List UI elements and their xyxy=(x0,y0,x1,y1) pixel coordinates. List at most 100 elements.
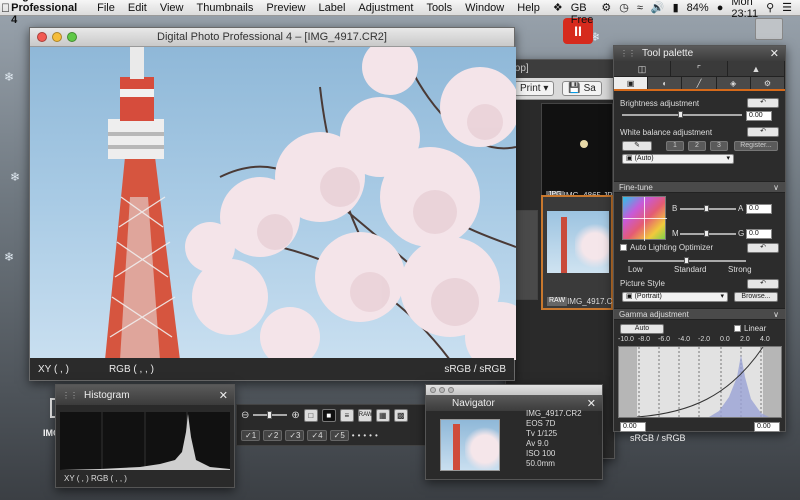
list-view-icon[interactable]: ≡ xyxy=(339,408,354,422)
menu-file[interactable]: File xyxy=(97,2,115,14)
tab-crop-icon[interactable]: ⌜ xyxy=(671,61,728,76)
battery-icon[interactable]: ▮ xyxy=(673,1,679,14)
alo-checkbox[interactable] xyxy=(620,244,627,251)
subtab-curve-icon[interactable]: ╱ xyxy=(682,77,717,89)
rating-3-button[interactable]: ✓3 xyxy=(285,429,305,441)
tab-basic-adjust-icon[interactable]: ◫ xyxy=(614,61,671,76)
ba-value-field[interactable]: 0.0 xyxy=(746,204,772,214)
histogram-curve xyxy=(60,412,230,470)
zoom-in-icon[interactable]: ⊕ xyxy=(291,410,299,421)
brightness-reset-button[interactable]: ↶ xyxy=(747,98,779,108)
menu-thumbnails[interactable]: Thumbnails xyxy=(197,2,254,14)
menu-label[interactable]: Label xyxy=(318,2,345,14)
menu-tools[interactable]: Tools xyxy=(426,2,452,14)
gamma-curve-plot[interactable] xyxy=(618,346,782,418)
gamma-auto-button[interactable]: Auto xyxy=(620,324,664,334)
alo-reset-button[interactable]: ↶ xyxy=(747,243,779,253)
single-view-icon[interactable]: □ xyxy=(303,408,318,422)
close-window-icon[interactable] xyxy=(430,387,436,393)
zoom-out-icon[interactable]: ⊖ xyxy=(241,410,249,421)
volume-icon[interactable]: 🔊 xyxy=(651,1,665,14)
grid-compare-icon[interactable]: ▩ xyxy=(393,408,408,422)
brightness-value-field[interactable]: 0.00 xyxy=(746,111,772,121)
picture-style-select[interactable]: ▣ (Portrait) ▾ xyxy=(622,292,728,302)
drag-handle-icon[interactable]: ⋮⋮ xyxy=(62,391,78,400)
minimize-window-icon[interactable] xyxy=(439,387,445,393)
menu-window[interactable]: Window xyxy=(465,2,504,14)
zoom-window-icon[interactable] xyxy=(448,387,454,393)
brightness-slider-knob[interactable] xyxy=(678,111,683,118)
search-icon[interactable]: ⚲ xyxy=(766,1,774,14)
thumbnail-size-slider[interactable] xyxy=(253,411,288,419)
histogram-titlebar[interactable]: ⋮⋮ Histogram ✕ xyxy=(56,385,234,405)
navigator-thumbnail[interactable] xyxy=(440,419,500,471)
clock[interactable]: Mon 23:11 xyxy=(731,0,758,20)
print-button[interactable]: Print ▾ xyxy=(514,81,555,96)
alo-slider-knob[interactable] xyxy=(684,257,689,264)
close-icon[interactable]: ✕ xyxy=(219,389,228,402)
color-grid-picker[interactable] xyxy=(622,196,667,241)
edit-window-titlebar[interactable]: Digital Photo Professional 4 – [IMG_4917… xyxy=(30,28,514,47)
menu-view[interactable]: View xyxy=(160,2,184,14)
menu-adjustment[interactable]: Adjustment xyxy=(358,2,413,14)
save-label: Sa xyxy=(583,83,596,94)
subtab-settings-icon[interactable]: ⚙ xyxy=(751,77,786,89)
subtab-tone-icon[interactable]: ◐ xyxy=(648,77,683,89)
gear-icon[interactable]: ⚙ xyxy=(601,1,611,14)
gamma-section-header[interactable]: Gamma adjustment ∨ xyxy=(614,308,785,320)
wb-register-button[interactable]: Register... xyxy=(734,141,778,151)
picture-style-reset-button[interactable]: ↶ xyxy=(747,279,779,289)
timer-icon[interactable]: ◷ xyxy=(619,1,629,14)
eyedropper-button[interactable]: ✎ xyxy=(622,141,652,151)
zoom-window-icon[interactable] xyxy=(67,32,77,42)
gamma-high-field[interactable]: 0.00 xyxy=(754,422,780,432)
wb-slot-3-button[interactable]: 3 xyxy=(710,141,728,151)
rating-4-button[interactable]: ✓4 xyxy=(307,429,327,441)
star-rating-dots[interactable]: ••••• xyxy=(352,431,381,440)
palette-sub-tabs: ▣ ◐ ╱ ◈ ⚙ xyxy=(614,77,786,91)
white-balance-select[interactable]: ▣ (Auto) ▾ xyxy=(622,154,734,164)
gamma-low-field[interactable]: 0.00 xyxy=(620,422,646,432)
disk-free-status[interactable]: 1.73 GB Free xyxy=(571,0,594,26)
tool-palette-titlebar[interactable]: ⋮⋮ Tool palette ✕ xyxy=(614,46,785,61)
thumbnail-item[interactable]: JPG IMG_4865.JPG xyxy=(541,103,619,203)
raw-view-icon[interactable]: RAW xyxy=(357,408,373,422)
close-window-icon[interactable] xyxy=(37,32,47,42)
rating-row: ✓1 ✓2 ✓3 ✓4 ✓5 ••••• xyxy=(237,425,425,445)
white-balance-reset-button[interactable]: ↶ xyxy=(747,127,779,137)
rating-1-button[interactable]: ✓1 xyxy=(241,429,261,441)
app-name-menu[interactable]: Digital Photo Professional 4 xyxy=(11,0,85,26)
mg-slider-knob[interactable] xyxy=(704,230,709,237)
image-preview[interactable] xyxy=(30,47,516,360)
subtab-color-icon[interactable]: ◈ xyxy=(717,77,751,89)
fine-tune-section-header[interactable]: Fine-tune ∨ xyxy=(614,181,785,193)
grid-large-icon[interactable]: ▦ xyxy=(375,408,390,422)
mg-value-field[interactable]: 0.0 xyxy=(746,229,772,239)
rating-5-button[interactable]: ✓5 xyxy=(329,429,349,441)
menu-edit[interactable]: Edit xyxy=(128,2,147,14)
dropbox-icon[interactable]: ❖ xyxy=(553,1,563,14)
apple-menu-icon[interactable]:  xyxy=(0,1,11,15)
rating-2-button[interactable]: ✓2 xyxy=(263,429,283,441)
tab-stamp-icon[interactable]: ▲ xyxy=(728,61,785,76)
thumbnail-moon-image xyxy=(580,140,588,148)
wb-slot-1-button[interactable]: 1 xyxy=(666,141,684,151)
thumbnail-item-selected[interactable]: RAW IMG_4917.CR2 xyxy=(541,195,623,310)
ba-slider-knob[interactable] xyxy=(704,205,709,212)
user-icon[interactable]: ● xyxy=(717,2,724,14)
menu-help[interactable]: Help xyxy=(517,2,540,14)
menu-preview[interactable]: Preview xyxy=(266,2,305,14)
close-icon[interactable]: ✕ xyxy=(587,397,596,410)
close-icon[interactable]: ✕ xyxy=(770,47,779,60)
subtab-basic-icon[interactable]: ▣ xyxy=(614,77,649,89)
save-button[interactable]: 💾 Sa xyxy=(562,81,602,96)
grid-small-icon[interactable]: ■ xyxy=(321,408,336,422)
wb-slot-2-button[interactable]: 2 xyxy=(688,141,706,151)
list-icon[interactable]: ☰ xyxy=(782,1,792,14)
navigator-frame-bar[interactable] xyxy=(426,385,602,395)
minimize-window-icon[interactable] xyxy=(52,32,62,42)
browse-button[interactable]: Browse... xyxy=(734,292,778,302)
gamma-linear-checkbox[interactable] xyxy=(734,325,741,332)
wifi-icon[interactable]: ≈ xyxy=(637,2,643,14)
drag-handle-icon[interactable]: ⋮⋮ xyxy=(620,49,636,58)
